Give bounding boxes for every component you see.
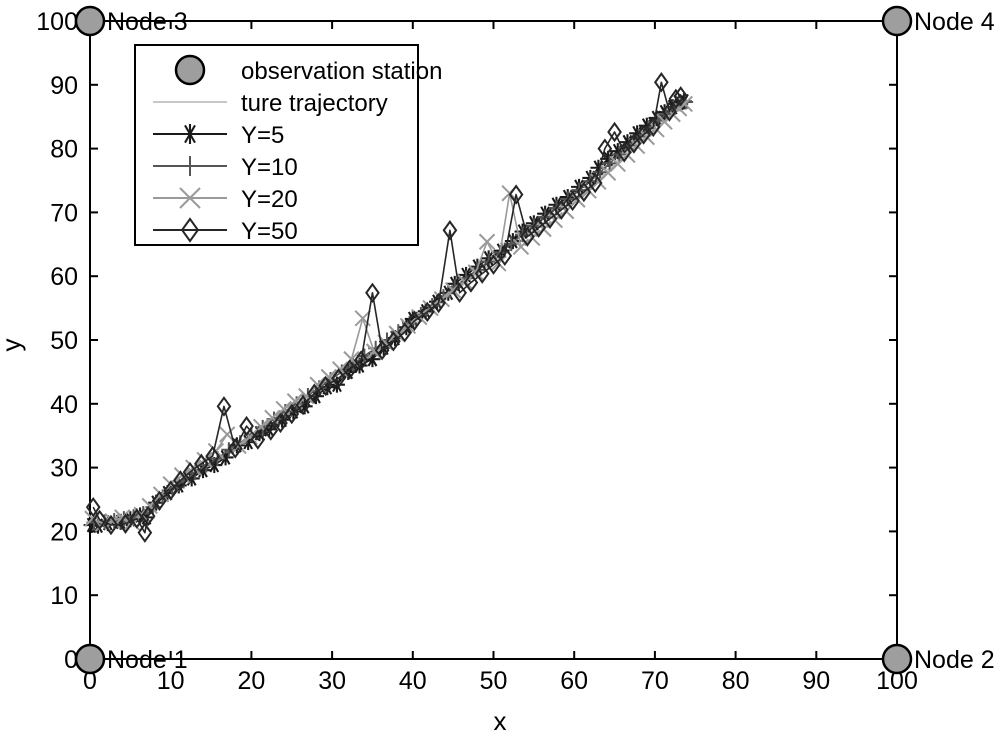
node-label: Node 1 bbox=[107, 646, 188, 674]
y-tick-label: 90 bbox=[50, 72, 78, 100]
observation-station-marker bbox=[74, 643, 106, 675]
chart-legend: observation station ture trajectory Υ=5 Υ=1… bbox=[134, 44, 442, 246]
legend-label: ture trajectory bbox=[241, 90, 388, 117]
trajectory-chart: 0 10 20 30 40 50 60 70 80 90 100010203040506070809… bbox=[0, 5, 995, 736]
node-label: Node 4 bbox=[914, 8, 995, 36]
observation-station-marker bbox=[74, 5, 106, 37]
x-tick-label: 20 bbox=[237, 667, 265, 695]
y-tick-label: 30 bbox=[50, 455, 78, 483]
x-tick-label: 50 bbox=[480, 667, 508, 695]
figure-container: 0 10 20 30 40 50 60 70 80 90 100 0 10 20 30 40 50 60 70 80 9… bbox=[0, 0, 1000, 739]
legend-label: observation station bbox=[241, 58, 442, 85]
y-tick-label: 20 bbox=[50, 518, 78, 546]
x-tick-label: 30 bbox=[318, 667, 346, 695]
x-tick-label: 80 bbox=[722, 667, 750, 695]
node-label: Node 2 bbox=[914, 646, 995, 674]
x-tick-label: 60 bbox=[560, 667, 588, 695]
legend-label: Υ=20 bbox=[241, 186, 298, 213]
y-tick-label: 70 bbox=[50, 199, 78, 227]
y-tick-label: 100 bbox=[36, 8, 78, 36]
data-point-x bbox=[478, 233, 496, 250]
y-tick-label: 50 bbox=[50, 327, 78, 355]
y-tick-label: 60 bbox=[50, 263, 78, 291]
legend-label: Υ=5 bbox=[241, 122, 284, 149]
x-axis-title: x bbox=[494, 706, 507, 736]
y-tick-label: 40 bbox=[50, 391, 78, 419]
x-tick-label: 90 bbox=[802, 667, 830, 695]
node-label: Node 3 bbox=[107, 8, 188, 36]
legend-label: Υ=50 bbox=[241, 218, 298, 245]
y-tick-label: 80 bbox=[50, 136, 78, 164]
observation-station-marker bbox=[881, 5, 913, 37]
observation-station-marker bbox=[881, 643, 913, 675]
y-tick-label: 10 bbox=[50, 582, 78, 610]
legend-station-icon bbox=[174, 54, 206, 86]
legend-label: Υ=10 bbox=[241, 154, 298, 181]
x-tick-label: 70 bbox=[641, 667, 669, 695]
y-axis-title: y bbox=[0, 339, 26, 352]
x-tick-label: 40 bbox=[399, 667, 427, 695]
